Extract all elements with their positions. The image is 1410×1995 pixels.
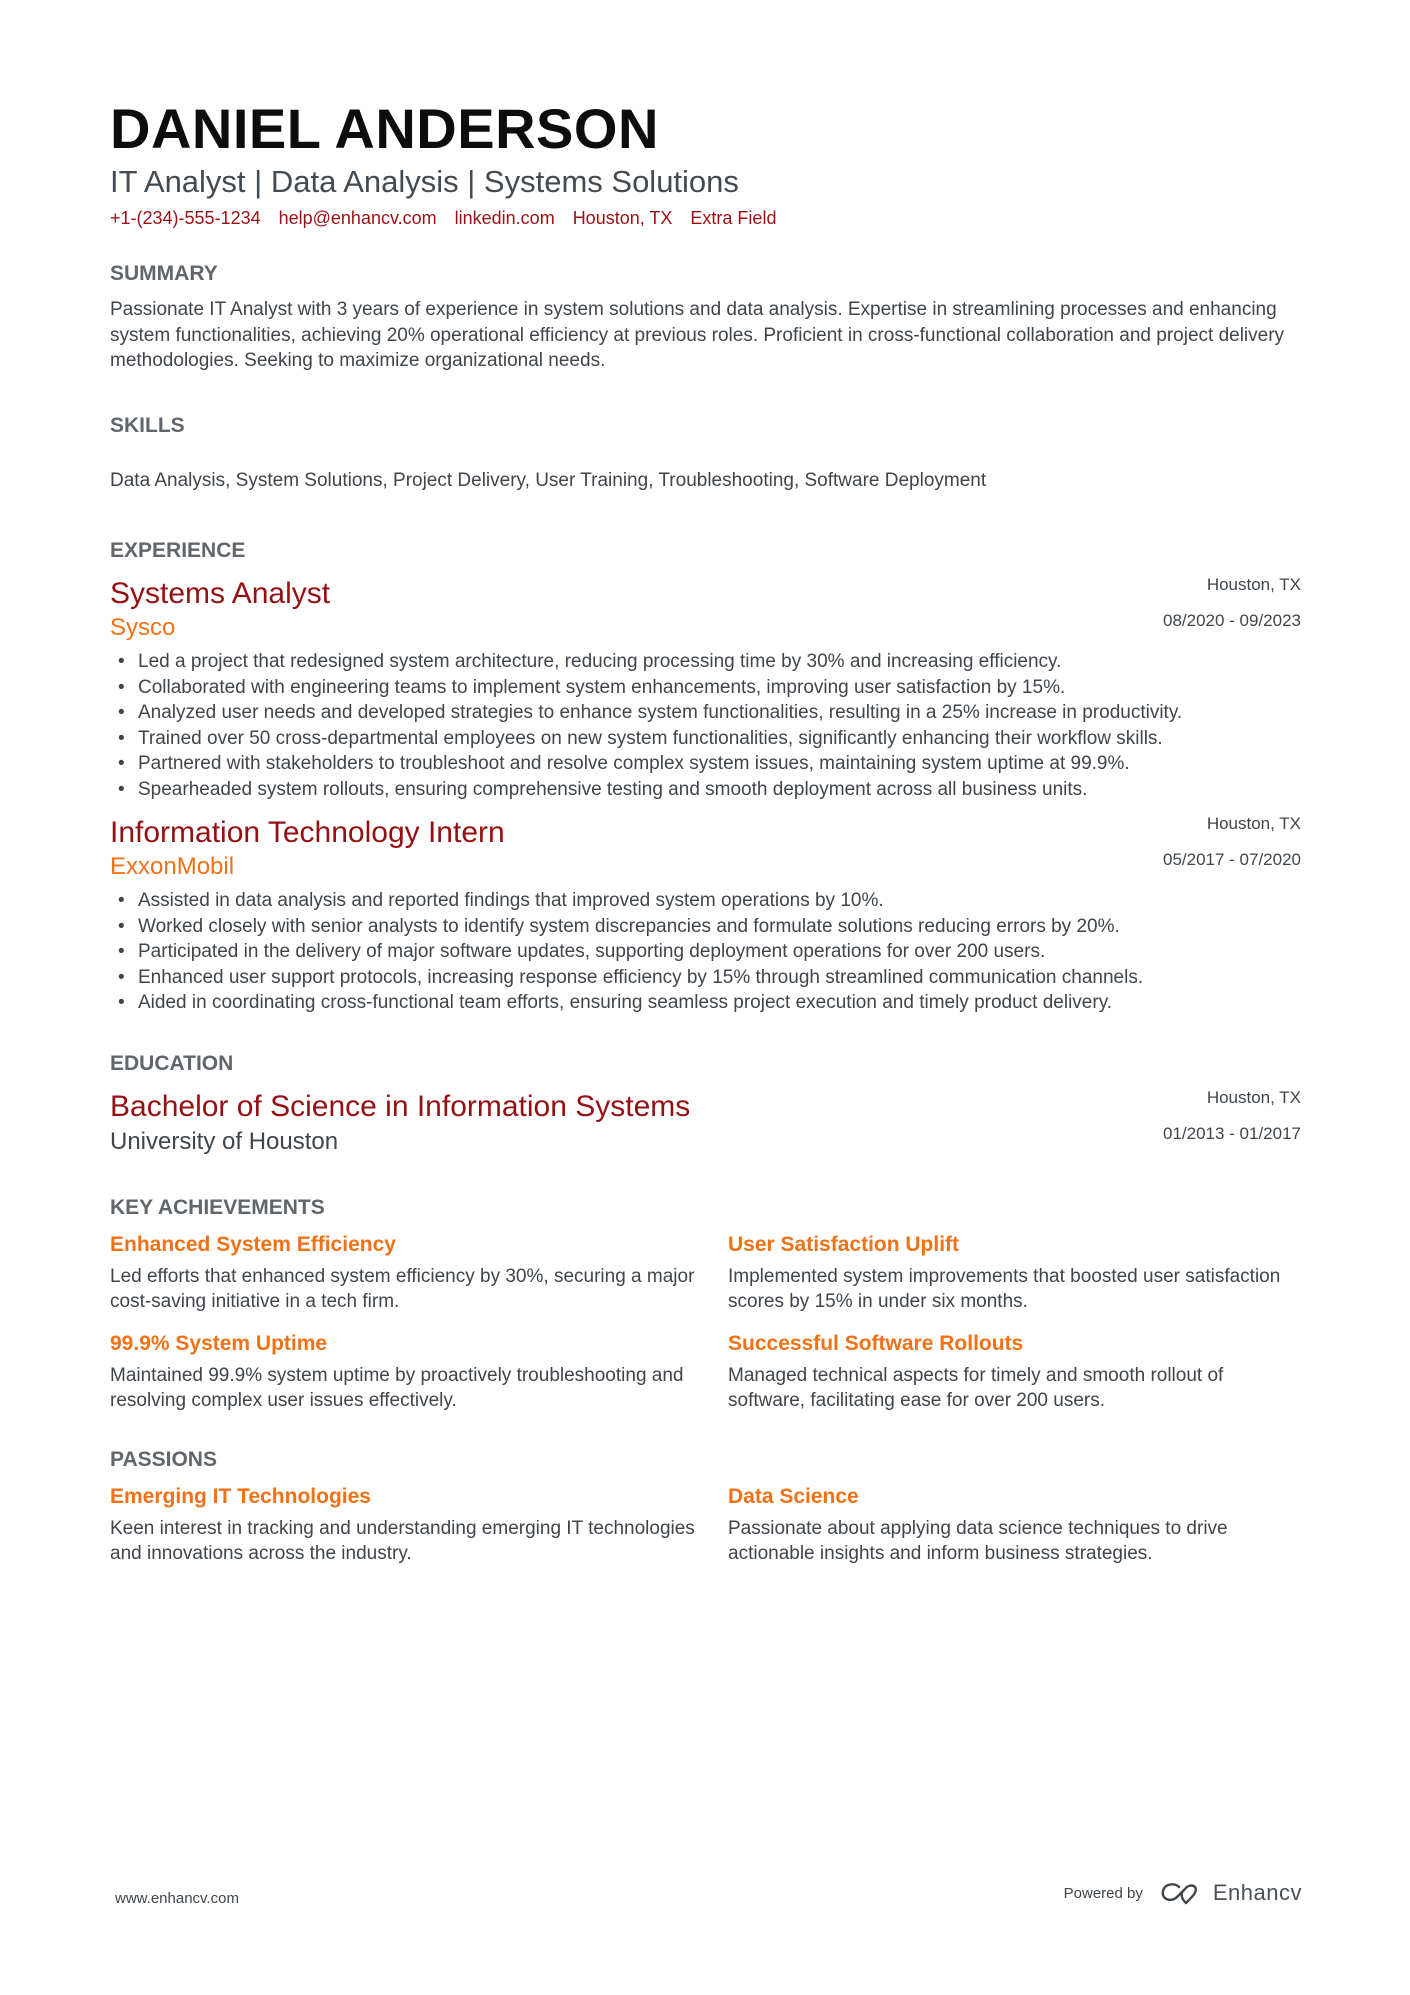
job-title: Systems Analyst <box>110 577 331 610</box>
achievement-title: Successful Software Rollouts <box>728 1331 1024 1355</box>
skills-text: Data Analysis, System Solutions, Project… <box>110 469 987 491</box>
job-company: ExxonMobil <box>110 853 235 880</box>
contact-extra-field: Extra Field <box>690 208 777 228</box>
passion-title: Data Science <box>728 1484 859 1508</box>
experience-section: EXPERIENCE Systems Analyst Sysco Houston… <box>110 537 1301 1016</box>
skills-section: SKILLS Data Analysis, System Solutions, … <box>110 412 1301 494</box>
passions-section: PASSIONS Emerging IT Technologies Keen i… <box>110 1446 1301 1581</box>
section-title: KEY ACHIEVEMENTS <box>110 1195 325 1219</box>
passion-item: Emerging IT Technologies Keen interest i… <box>110 1482 728 1567</box>
passion-text: Keen interest in tracking and understand… <box>110 1517 695 1565</box>
education-meta: Houston, TX 01/2013 - 01/2017 <box>1163 1088 1301 1144</box>
bullet-item: Analyzed user needs and developed strate… <box>110 700 1301 726</box>
job-bullets: Assisted in data analysis and reported f… <box>110 888 1301 1016</box>
bullet-item: Spearheaded system rollouts, ensuring co… <box>110 777 1301 803</box>
job-dates: 05/2017 - 07/2020 <box>1162 850 1301 869</box>
enhancv-logo-icon <box>1161 1883 1197 1905</box>
candidate-name: DANIEL ANDERSON <box>110 97 659 160</box>
summary-section: SUMMARY Passionate IT Analyst with 3 yea… <box>110 260 1301 374</box>
job-company: Sysco <box>110 614 176 641</box>
contact-info: +1-(234)-555-1234 help@enhancv.com linke… <box>110 206 1301 230</box>
job-meta: Houston, TX 05/2017 - 07/2020 <box>1163 814 1301 870</box>
section-title: EXPERIENCE <box>110 539 246 562</box>
candidate-subtitle: IT Analyst | Data Analysis | Systems Sol… <box>110 164 739 199</box>
contact-location: Houston, TX <box>572 208 673 228</box>
achievement-title: User Satisfaction Uplift <box>728 1232 960 1256</box>
job-location: Houston, TX <box>1206 814 1301 833</box>
achievements-grid: Enhanced System Efficiency Led efforts t… <box>110 1230 1301 1428</box>
bullet-item: Led a project that redesigned system arc… <box>110 649 1301 675</box>
bullet-item: Enhanced user support protocols, increas… <box>110 965 1301 991</box>
passion-title: Emerging IT Technologies <box>110 1484 371 1508</box>
job-bullets: Led a project that redesigned system arc… <box>110 649 1301 802</box>
bullet-item: Trained over 50 cross-departmental emplo… <box>110 726 1301 752</box>
job-dates: 08/2020 - 09/2023 <box>1162 611 1301 630</box>
job-title: Information Technology Intern <box>110 816 505 849</box>
bullet-item: Aided in coordinating cross-functional t… <box>110 990 1301 1016</box>
resume-header: DANIEL ANDERSON IT Analyst | Data Analys… <box>110 96 1301 230</box>
summary-text: Passionate IT Analyst with 3 years of ex… <box>110 299 1285 371</box>
section-title: SUMMARY <box>110 262 218 285</box>
enhancv-brand-name: Enhancv <box>1212 1880 1302 1905</box>
education-section: EDUCATION Bachelor of Science in Informa… <box>110 1050 1301 1158</box>
footer-branding: Powered by Enhancv <box>1064 1880 1302 1906</box>
achievement-item: Successful Software Rollouts Managed tec… <box>728 1329 1301 1414</box>
achievement-text: Led efforts that enhanced system efficie… <box>110 1265 695 1313</box>
achievement-item: Enhanced System Efficiency Led efforts t… <box>110 1230 728 1315</box>
achievement-text: Implemented system improvements that boo… <box>728 1265 1281 1313</box>
bullet-item: Participated in the delivery of major so… <box>110 939 1301 965</box>
enhancv-logo[interactable]: Enhancv <box>1159 1880 1302 1906</box>
contact-phone[interactable]: +1-(234)-555-1234 <box>110 206 261 230</box>
achievement-item: 99.9% System Uptime Maintained 99.9% sys… <box>110 1329 728 1414</box>
contact-linkedin[interactable]: linkedin.com <box>455 206 555 230</box>
footer-website[interactable]: www.enhancv.com <box>115 1890 239 1907</box>
section-title: PASSIONS <box>110 1447 217 1471</box>
achievement-item: User Satisfaction Uplift Implemented sys… <box>728 1230 1301 1315</box>
section-title: EDUCATION <box>110 1051 234 1075</box>
education-dates: 01/2013 - 01/2017 <box>1162 1123 1301 1143</box>
degree-title: Bachelor of Science in Information Syste… <box>110 1089 691 1123</box>
passions-grid: Emerging IT Technologies Keen interest i… <box>110 1482 1301 1581</box>
job-location: Houston, TX <box>1206 575 1301 594</box>
achievement-text: Managed technical aspects for timely and… <box>728 1364 1224 1412</box>
education-location: Houston, TX <box>1206 1087 1301 1107</box>
education-entry: Bachelor of Science in Information Syste… <box>110 1088 1301 1158</box>
school-name: University of Houston <box>110 1127 339 1155</box>
job-entry: Systems Analyst Sysco Houston, TX 08/202… <box>110 575 1301 802</box>
job-entry: Information Technology Intern ExxonMobil… <box>110 814 1301 1016</box>
passion-item: Data Science Passionate about applying d… <box>728 1482 1301 1567</box>
achievements-section: KEY ACHIEVEMENTS Enhanced System Efficie… <box>110 1194 1301 1428</box>
bullet-item: Collaborated with engineering teams to i… <box>110 675 1301 701</box>
passion-text: Passionate about applying data science t… <box>728 1517 1228 1565</box>
bullet-item: Assisted in data analysis and reported f… <box>110 888 1301 914</box>
bullet-item: Partnered with stakeholders to troublesh… <box>110 751 1301 777</box>
bullet-item: Worked closely with senior analysts to i… <box>110 914 1301 940</box>
section-title: SKILLS <box>110 413 185 437</box>
job-meta: Houston, TX 08/2020 - 09/2023 <box>1163 575 1301 631</box>
contact-email[interactable]: help@enhancv.com <box>279 206 437 230</box>
achievement-title: 99.9% System Uptime <box>110 1331 328 1355</box>
powered-by-label: Powered by <box>1063 1884 1143 1902</box>
resume-page: DANIEL ANDERSON IT Analyst | Data Analys… <box>110 96 1301 1581</box>
achievement-title: Enhanced System Efficiency <box>110 1232 396 1256</box>
achievement-text: Maintained 99.9% system uptime by proact… <box>110 1364 684 1412</box>
